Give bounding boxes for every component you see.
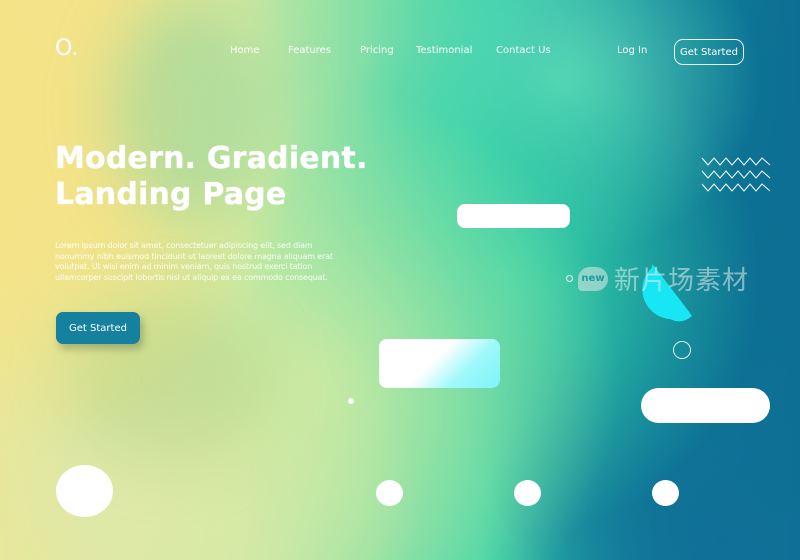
nav-link-pricing[interactable]: Pricing <box>360 45 394 56</box>
decorative-ring <box>673 341 691 359</box>
nav-link-testimonial[interactable]: Testimonial <box>416 45 472 56</box>
hero-description: Lorem ipsum dolor sit amet, consectetuer… <box>55 241 333 282</box>
hero-title-line-2: Landing Page <box>55 177 287 212</box>
decorative-circle <box>514 480 541 506</box>
decorative-circle <box>56 465 113 517</box>
logo[interactable]: O. <box>55 36 78 61</box>
nav-link-contact-us[interactable]: Contact Us <box>496 45 551 56</box>
decorative-ring <box>566 275 573 282</box>
decorative-pill <box>457 204 570 228</box>
nav-link-home[interactable]: Home <box>230 45 260 56</box>
header-get-started-button[interactable]: Get Started <box>674 39 744 65</box>
hero-title-line-1: Modern. Gradient. <box>55 141 368 176</box>
decorative-circle <box>376 480 403 506</box>
hero-title: Modern. Gradient. Landing Page <box>55 141 368 213</box>
decorative-dot <box>348 398 354 404</box>
decorative-glass-rectangle <box>379 339 500 388</box>
login-link[interactable]: Log In <box>617 45 647 56</box>
nav-link-features[interactable]: Features <box>288 45 331 56</box>
decorative-pill <box>641 388 770 423</box>
zigzag-lines-icon <box>701 157 771 192</box>
hero-get-started-button[interactable]: Get Started <box>56 312 140 344</box>
half-circle-shape <box>642 264 692 322</box>
decorative-circle <box>652 480 679 506</box>
